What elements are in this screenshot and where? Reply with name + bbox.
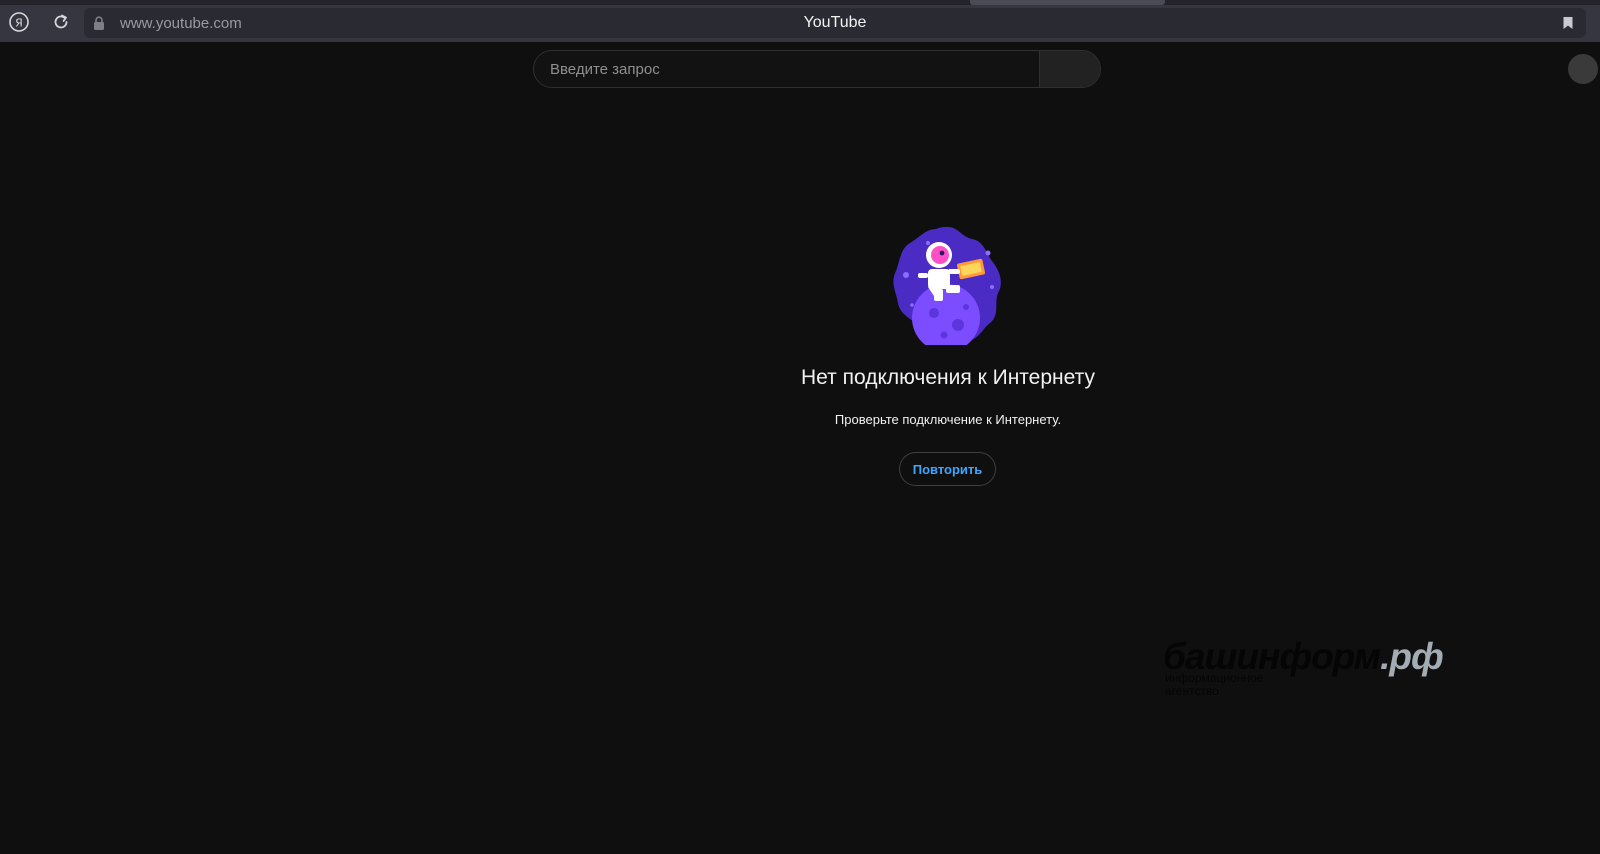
page-title: YouTube <box>803 14 867 31</box>
svg-text:Я: Я <box>15 17 23 30</box>
reload-icon <box>54 14 68 29</box>
yandex-home-button[interactable]: Я <box>7 10 31 34</box>
search-input[interactable] <box>534 51 1042 87</box>
astronaut-planet-illustration <box>893 227 1001 345</box>
offline-subtitle: Проверьте подключение к Интернету. <box>834 412 1062 427</box>
watermark-sub-line2: агентство <box>1165 684 1219 698</box>
watermark-logo: башинформ.рф информационное агентство <box>1163 636 1463 706</box>
url-text[interactable]: www.youtube.com <box>120 15 242 32</box>
active-tab-indicator[interactable] <box>970 0 1165 5</box>
watermark-main-light: .рф <box>1380 636 1444 677</box>
tab-strip <box>0 0 1600 5</box>
bookmark-icon[interactable] <box>1562 16 1574 30</box>
browser-toolbar: Я www.youtube.com YouTube <box>0 0 1600 42</box>
search-button[interactable] <box>1039 51 1100 87</box>
yandex-icon: Я <box>9 12 29 32</box>
address-bar[interactable]: www.youtube.com YouTube <box>84 8 1586 38</box>
lock-icon <box>94 16 104 30</box>
avatar[interactable] <box>1568 54 1598 84</box>
offline-title: Нет подключения к Интернету <box>801 366 1095 389</box>
reload-button[interactable] <box>49 10 73 34</box>
watermark-subtitle: информационное агентство <box>1165 672 1263 698</box>
search-box <box>533 50 1101 88</box>
retry-button[interactable]: Повторить <box>899 452 996 486</box>
